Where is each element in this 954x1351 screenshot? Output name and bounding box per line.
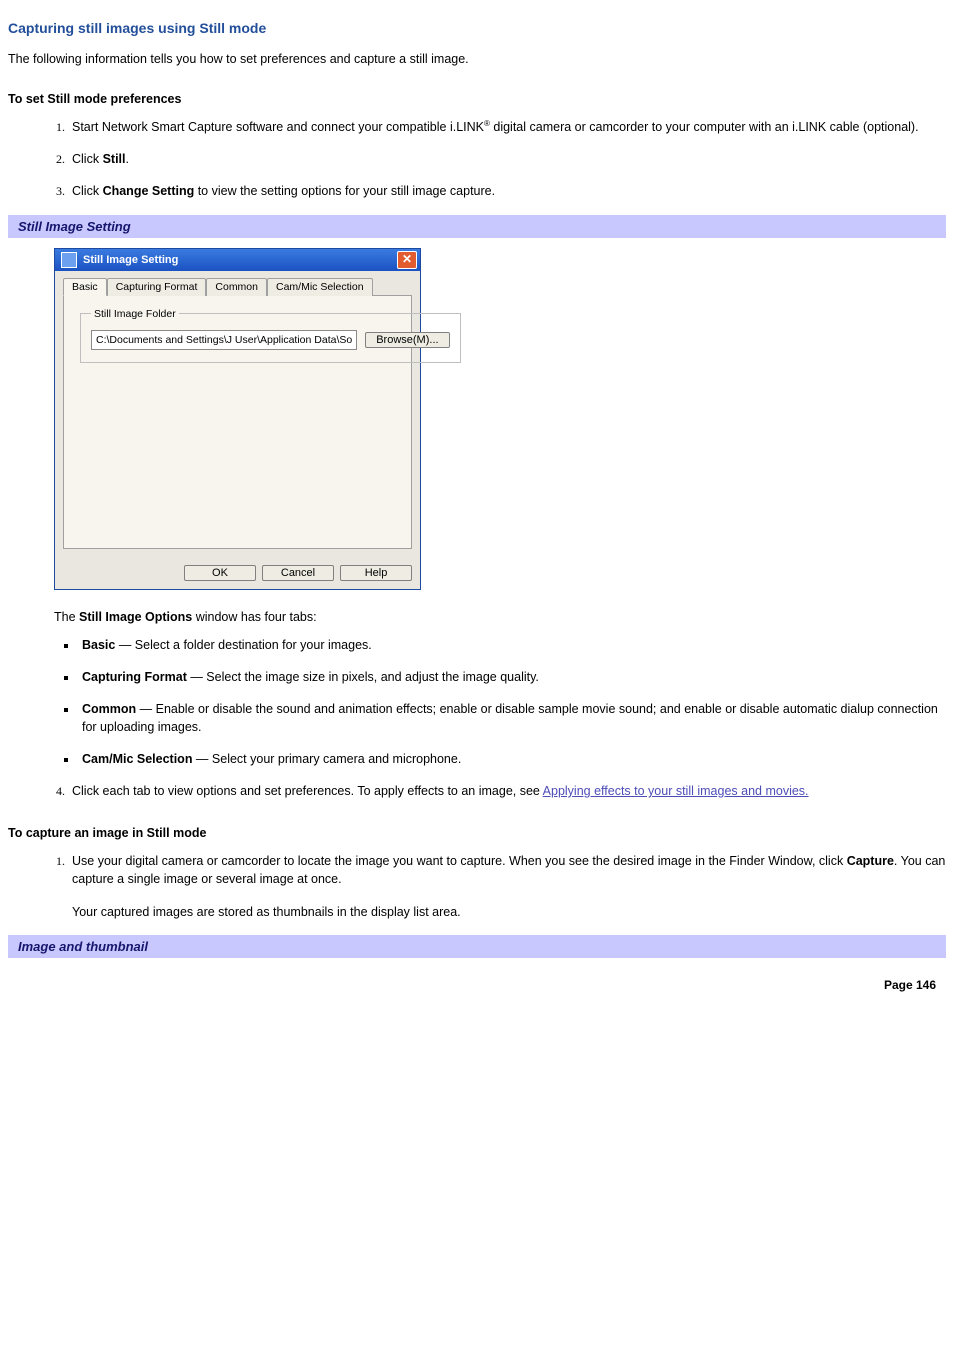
step-2-pre: Click: [72, 152, 103, 166]
tab-cam-mic-selection[interactable]: Cam/Mic Selection: [267, 278, 373, 296]
dialog-button-row: OK Cancel Help: [55, 559, 420, 589]
folder-path-input[interactable]: C:\Documents and Settings\J User\Applica…: [91, 330, 357, 350]
figure-caption-image-thumbnail: Image and thumbnail: [8, 935, 946, 958]
step-3: Click Change Setting to view the setting…: [68, 182, 946, 200]
bullet-basic-bold: Basic: [82, 638, 115, 652]
intro-text: The following information tells you how …: [8, 52, 946, 66]
folder-fieldset: Still Image Folder C:\Documents and Sett…: [80, 308, 461, 363]
bullet-basic: Basic — Select a folder destination for …: [78, 636, 946, 654]
options-intro-bold: Still Image Options: [79, 610, 192, 624]
capture-step-1a: Use your digital camera or camcorder to …: [72, 854, 847, 868]
bullet-common: Common — Enable or disable the sound and…: [78, 700, 946, 736]
step-2: Click Still.: [68, 150, 946, 168]
options-intro-post: window has four tabs:: [192, 610, 316, 624]
tab-basic[interactable]: Basic: [63, 278, 107, 296]
capture-steps: Use your digital camera or camcorder to …: [8, 852, 946, 920]
tab-description-list: Basic — Select a folder destination for …: [8, 636, 946, 769]
bullet-capturing-format: Capturing Format — Select the image size…: [78, 668, 946, 686]
dialog-body: Basic Capturing Format Common Cam/Mic Se…: [55, 271, 420, 559]
tab-common[interactable]: Common: [206, 278, 267, 296]
bullet-capturing-format-text: — Select the image size in pixels, and a…: [187, 670, 539, 684]
step-2-post: .: [125, 152, 128, 166]
figure-caption-still-image-setting: Still Image Setting: [8, 215, 946, 238]
bullet-cam-mic-text: — Select your primary camera and microph…: [192, 752, 461, 766]
section-heading-capture: To capture an image in Still mode: [8, 826, 946, 840]
bullet-cam-mic: Cam/Mic Selection — Select your primary …: [78, 750, 946, 768]
ok-button[interactable]: OK: [184, 565, 256, 581]
dialog-titlebar: Still Image Setting ✕: [55, 249, 420, 271]
browse-button[interactable]: Browse(M)...: [365, 332, 449, 348]
dialog-still-image-setting: Still Image Setting ✕ Basic Capturing Fo…: [54, 248, 421, 590]
preferences-steps: Start Network Smart Capture software and…: [8, 118, 946, 201]
folder-legend: Still Image Folder: [91, 308, 179, 320]
step-1-text-a: Start Network Smart Capture software and…: [72, 120, 484, 134]
close-icon[interactable]: ✕: [397, 251, 417, 269]
page-number: Page 146: [8, 978, 936, 992]
step-4-pre: Click each tab to view options and set p…: [72, 784, 543, 798]
preferences-steps-cont: Click each tab to view options and set p…: [8, 782, 946, 800]
capture-step-1: Use your digital camera or camcorder to …: [68, 852, 946, 920]
bullet-cam-mic-bold: Cam/Mic Selection: [82, 752, 192, 766]
options-intro-pre: The: [54, 610, 79, 624]
bullet-common-text: — Enable or disable the sound and animat…: [82, 702, 938, 734]
section-heading-preferences: To set Still mode preferences: [8, 92, 946, 106]
page-title: Capturing still images using Still mode: [8, 20, 946, 36]
step-3-bold: Change Setting: [103, 184, 195, 198]
step-3-post: to view the setting options for your sti…: [194, 184, 495, 198]
tab-strip: Basic Capturing Format Common Cam/Mic Se…: [63, 277, 412, 296]
step-1-text-b: digital camera or camcorder to your comp…: [490, 120, 919, 134]
tab-capturing-format[interactable]: Capturing Format: [107, 278, 207, 296]
step-3-pre: Click: [72, 184, 103, 198]
bullet-basic-text: — Select a folder destination for your i…: [115, 638, 371, 652]
step-1: Start Network Smart Capture software and…: [68, 118, 946, 136]
options-intro: The Still Image Options window has four …: [54, 610, 946, 624]
bullet-capturing-format-bold: Capturing Format: [82, 670, 187, 684]
dialog-title: Still Image Setting: [83, 254, 397, 266]
capture-step-1-bold: Capture: [847, 854, 894, 868]
step-2-bold: Still: [103, 152, 126, 166]
step-4: Click each tab to view options and set p…: [68, 782, 946, 800]
tab-content-basic: Still Image Folder C:\Documents and Sett…: [63, 296, 412, 549]
link-applying-effects[interactable]: Applying effects to your still images an…: [543, 784, 809, 798]
app-icon: [61, 252, 77, 268]
capture-step-1-note: Your captured images are stored as thumb…: [72, 903, 946, 921]
help-button[interactable]: Help: [340, 565, 412, 581]
bullet-common-bold: Common: [82, 702, 136, 716]
cancel-button[interactable]: Cancel: [262, 565, 334, 581]
